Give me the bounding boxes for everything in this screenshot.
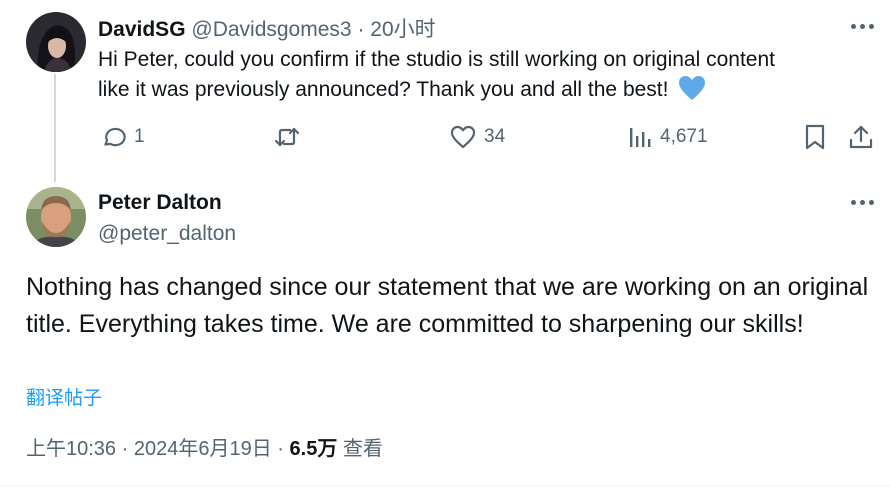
views-button[interactable]: 4,671: [628, 121, 708, 153]
tweet-time[interactable]: 上午10:36: [26, 438, 116, 460]
views-icon: [630, 128, 651, 147]
avatar-image: [26, 187, 86, 247]
reply-text-line1: Hi Peter, could you confirm if the studi…: [98, 48, 775, 71]
retweet-button[interactable]: [273, 121, 309, 153]
more-icon[interactable]: [851, 200, 874, 205]
reply-header: DavidSG @Davidsgomes3 · 20小时: [98, 13, 436, 43]
divider: [0, 485, 890, 486]
retweet-icon: [274, 127, 300, 147]
reply-text: Hi Peter, could you confirm if the studi…: [98, 45, 868, 105]
share-button[interactable]: [848, 121, 874, 153]
views-count: 4,671: [660, 126, 708, 147]
more-icon[interactable]: [851, 24, 874, 29]
separator-dot: ·: [277, 438, 284, 460]
avatar[interactable]: [26, 12, 86, 72]
separator-dot: ·: [357, 18, 365, 41]
tweet-time[interactable]: 20小时: [370, 18, 435, 41]
reply-text-line2: like it was previously announced? Thank …: [98, 78, 669, 101]
reply-icon: [104, 127, 126, 147]
views-label: 查看: [342, 438, 383, 460]
thread-line: [54, 74, 56, 182]
heart-icon: [450, 125, 476, 149]
tweet-date[interactable]: 2024年6月19日: [134, 438, 272, 460]
author-name[interactable]: DavidSG: [98, 18, 186, 41]
avatar-image: [26, 12, 86, 72]
author-name[interactable]: Peter Dalton: [98, 191, 222, 215]
avatar[interactable]: [26, 187, 86, 247]
reply-count: 1: [134, 126, 145, 147]
like-count: 34: [484, 126, 506, 147]
share-icon: [849, 125, 873, 149]
tweet-meta: 上午10:36 · 2024年6月19日 · 6.5万 查看: [26, 432, 383, 461]
tweet-text: Nothing has changed since our statement …: [26, 273, 869, 338]
author-handle[interactable]: @peter_dalton: [98, 222, 236, 246]
blue-heart-icon: [679, 76, 706, 100]
bookmark-icon: [805, 124, 825, 150]
like-button[interactable]: 34: [450, 121, 505, 153]
bookmark-button[interactable]: [804, 121, 826, 153]
reply-button[interactable]: 1: [100, 121, 145, 153]
author-handle[interactable]: @Davidsgomes3: [191, 18, 351, 41]
translate-link[interactable]: 翻译帖子: [26, 383, 102, 410]
separator-dot: ·: [121, 438, 129, 460]
views-total: 6.5万: [289, 438, 338, 460]
